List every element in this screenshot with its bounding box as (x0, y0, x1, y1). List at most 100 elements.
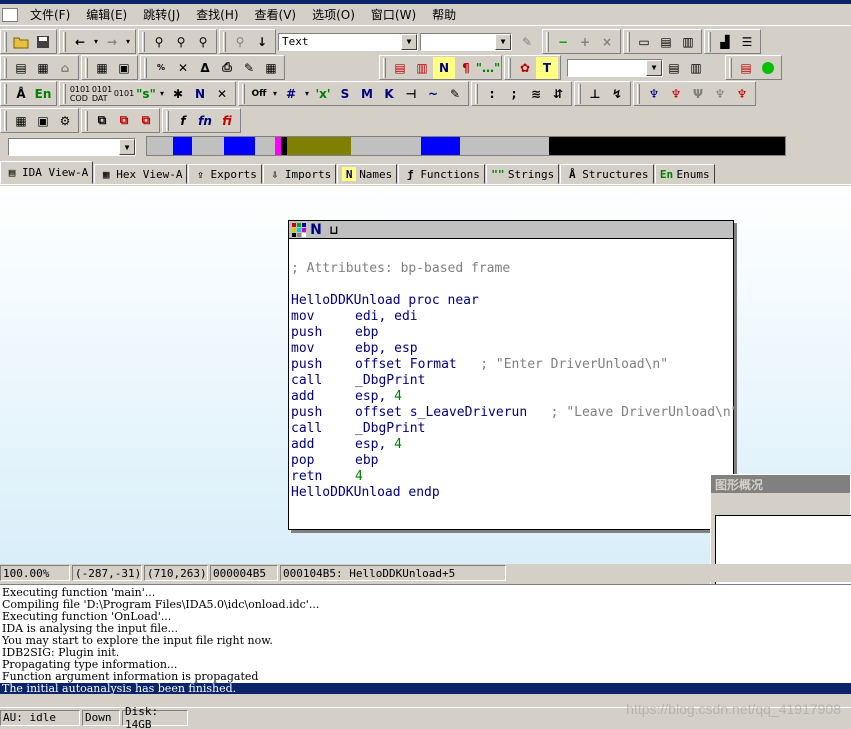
graph-calls-icon[interactable]: ♆ (665, 83, 687, 105)
print-icon[interactable]: ⎙ (216, 57, 238, 79)
negate-icon[interactable]: ⊣ (400, 83, 422, 105)
anterior-icon[interactable]: ⇵ (547, 83, 569, 105)
strings-toolbar-icon[interactable]: "…" (476, 57, 501, 79)
names-toolbar-icon[interactable]: N (433, 56, 455, 79)
tab-names[interactable]: N Names (337, 164, 398, 184)
asm-line[interactable]: HelloDDKUnload endp (291, 485, 731, 501)
asm-line[interactable]: mov edi, edi (291, 309, 731, 325)
node-group-icon[interactable]: ⊔ (325, 222, 343, 238)
tab-enums[interactable]: En Enums (654, 164, 715, 184)
selectors-icon[interactable]: ▥ (411, 57, 433, 79)
graph-icon[interactable]: ▟ (714, 31, 736, 53)
search-value-combo[interactable]: ▼ (420, 32, 512, 51)
signatures-icon[interactable]: ¶ (455, 57, 477, 79)
asm-line[interactable]: mov ebp, esp (291, 341, 731, 357)
copy-icon[interactable]: ▤ (663, 57, 685, 79)
colors-icon[interactable]: ▦ (260, 57, 282, 79)
close-icon[interactable]: × (596, 31, 618, 53)
colon-icon[interactable]: : (481, 83, 503, 105)
code-icon[interactable]: 0101 COD (69, 83, 91, 105)
repeat-comment-icon[interactable]: ≋ (525, 83, 547, 105)
manual-icon[interactable]: ✎ (444, 83, 466, 105)
char-icon[interactable]: 'x' (312, 83, 334, 105)
enum-icon[interactable]: En (32, 83, 54, 105)
graph-xrefs-to-icon[interactable]: Ψ (687, 83, 709, 105)
name-icon[interactable]: N (189, 83, 211, 105)
jump-icon[interactable]: ↓ (251, 31, 273, 53)
function-icon[interactable]: f (172, 110, 194, 132)
tools-icon[interactable]: ✎ (238, 57, 260, 79)
node-color-icon[interactable] (291, 222, 307, 238)
type-icon[interactable]: T (536, 56, 558, 79)
string-icon[interactable]: "s" (135, 83, 157, 105)
tab-exports[interactable]: ⇪ Exports (188, 164, 262, 184)
breakpoint-icon[interactable]: ✿ (514, 57, 536, 79)
window-horiz-icon[interactable]: ▤ (655, 31, 677, 53)
tab-hex-view-a[interactable]: ▦ Hex View-A (94, 164, 188, 184)
segment-icon[interactable]: ▣ (113, 57, 135, 79)
tree-icon[interactable]: ᐃ (194, 57, 216, 79)
app-icon[interactable] (2, 7, 18, 22)
graph-flow-icon[interactable]: ♆ (643, 83, 665, 105)
xref-icon[interactable]: ✕ (172, 57, 194, 79)
back-dropdown-icon[interactable]: ▾ (91, 31, 101, 53)
offset-dropdown-icon[interactable]: ▾ (270, 83, 280, 105)
calculator-icon[interactable]: ▦ (10, 110, 32, 132)
undefine-icon[interactable]: 0101 (113, 83, 135, 105)
search-binoculars-icon[interactable]: ⚲ (148, 31, 170, 53)
disasm-icon[interactable]: ▤ (10, 57, 32, 79)
navigation-band[interactable] (146, 136, 786, 156)
hash-icon[interactable]: # (280, 83, 302, 105)
menu-edit[interactable]: 编辑(E) (78, 6, 135, 23)
menu-help[interactable]: 帮助 (424, 6, 464, 23)
node-rename-icon[interactable]: N (309, 222, 323, 238)
percent-icon[interactable]: % (150, 57, 172, 79)
tile-red-icon[interactable]: ⧉ (113, 110, 135, 132)
delete-icon[interactable]: ✕ (211, 83, 233, 105)
search-disabled-icon[interactable]: ⚲ (229, 31, 251, 53)
forward-icon[interactable]: → (101, 31, 123, 53)
asm-line[interactable]: pop ebp (291, 453, 731, 469)
graph-xrefs-from-icon[interactable]: ♆ (709, 83, 731, 105)
window-cascade-icon[interactable]: ▭ (633, 31, 655, 53)
asm-line[interactable]: HelloDDKUnload proc near (291, 293, 731, 309)
asm-line[interactable]: push offset Format ; "Enter DriverUnload\… (291, 357, 731, 373)
function-end-icon[interactable]: fi (216, 110, 238, 132)
tab-ida-view-a[interactable]: ▤ IDA View-A (0, 161, 94, 184)
tab-strings[interactable]: "" Strings (485, 164, 560, 184)
nav-combo[interactable]: ▼ (8, 138, 136, 156)
window-vert-icon[interactable]: ▥ (677, 31, 699, 53)
forward-dropdown-icon[interactable]: ▾ (123, 31, 133, 53)
paste-icon[interactable]: ▥ (685, 57, 707, 79)
save-icon[interactable] (32, 31, 54, 53)
menu-window[interactable]: 窗口(W) (363, 6, 424, 23)
search-next-icon[interactable]: ⚲ (170, 31, 192, 53)
menu-file[interactable]: 文件(F) (22, 6, 78, 23)
debugger-combo[interactable]: ▼ (567, 58, 663, 77)
tab-structures[interactable]: Å Structures (560, 164, 654, 184)
function-edit-icon[interactable]: fn (194, 110, 216, 132)
menu-search[interactable]: 查找(H) (188, 6, 246, 23)
expand-icon[interactable]: + (574, 31, 596, 53)
ushort-icon[interactable]: ↯ (606, 83, 628, 105)
graph-node[interactable]: N ⊔ ; Attributes: bp-based frame HelloDD… (288, 220, 739, 530)
struct-offset-icon[interactable]: K (378, 83, 400, 105)
back-icon[interactable]: ← (69, 31, 91, 53)
hex-icon[interactable]: ▦ (32, 57, 54, 79)
enum-member-icon[interactable]: M (356, 83, 378, 105)
text-search-combo[interactable]: Text ▼ (278, 32, 418, 51)
menu-view[interactable]: 查看(V) (247, 6, 305, 23)
hash-dropdown-icon[interactable]: ▾ (302, 83, 312, 105)
tile-icon[interactable]: ⧉ (91, 110, 113, 132)
disassembly-listing[interactable]: ; Attributes: bp-based frame HelloDDKUnl… (289, 239, 739, 507)
list-icon[interactable]: ☰ (736, 31, 758, 53)
tab-functions[interactable]: ƒ Functions (398, 164, 485, 184)
graph-user-icon[interactable]: ♆ (731, 83, 753, 105)
output-window[interactable]: Executing function 'main'... Compiling fi… (0, 584, 851, 694)
offset-icon[interactable]: Off (248, 83, 270, 105)
settings-icon[interactable]: ⚙ (54, 110, 76, 132)
stack-icon[interactable]: ⊥ (584, 83, 606, 105)
asm-line[interactable]: retn 4 (291, 469, 731, 485)
asm-line[interactable]: call _DbgPrint (291, 421, 731, 437)
tab-imports[interactable]: ⇩ Imports (262, 164, 337, 184)
